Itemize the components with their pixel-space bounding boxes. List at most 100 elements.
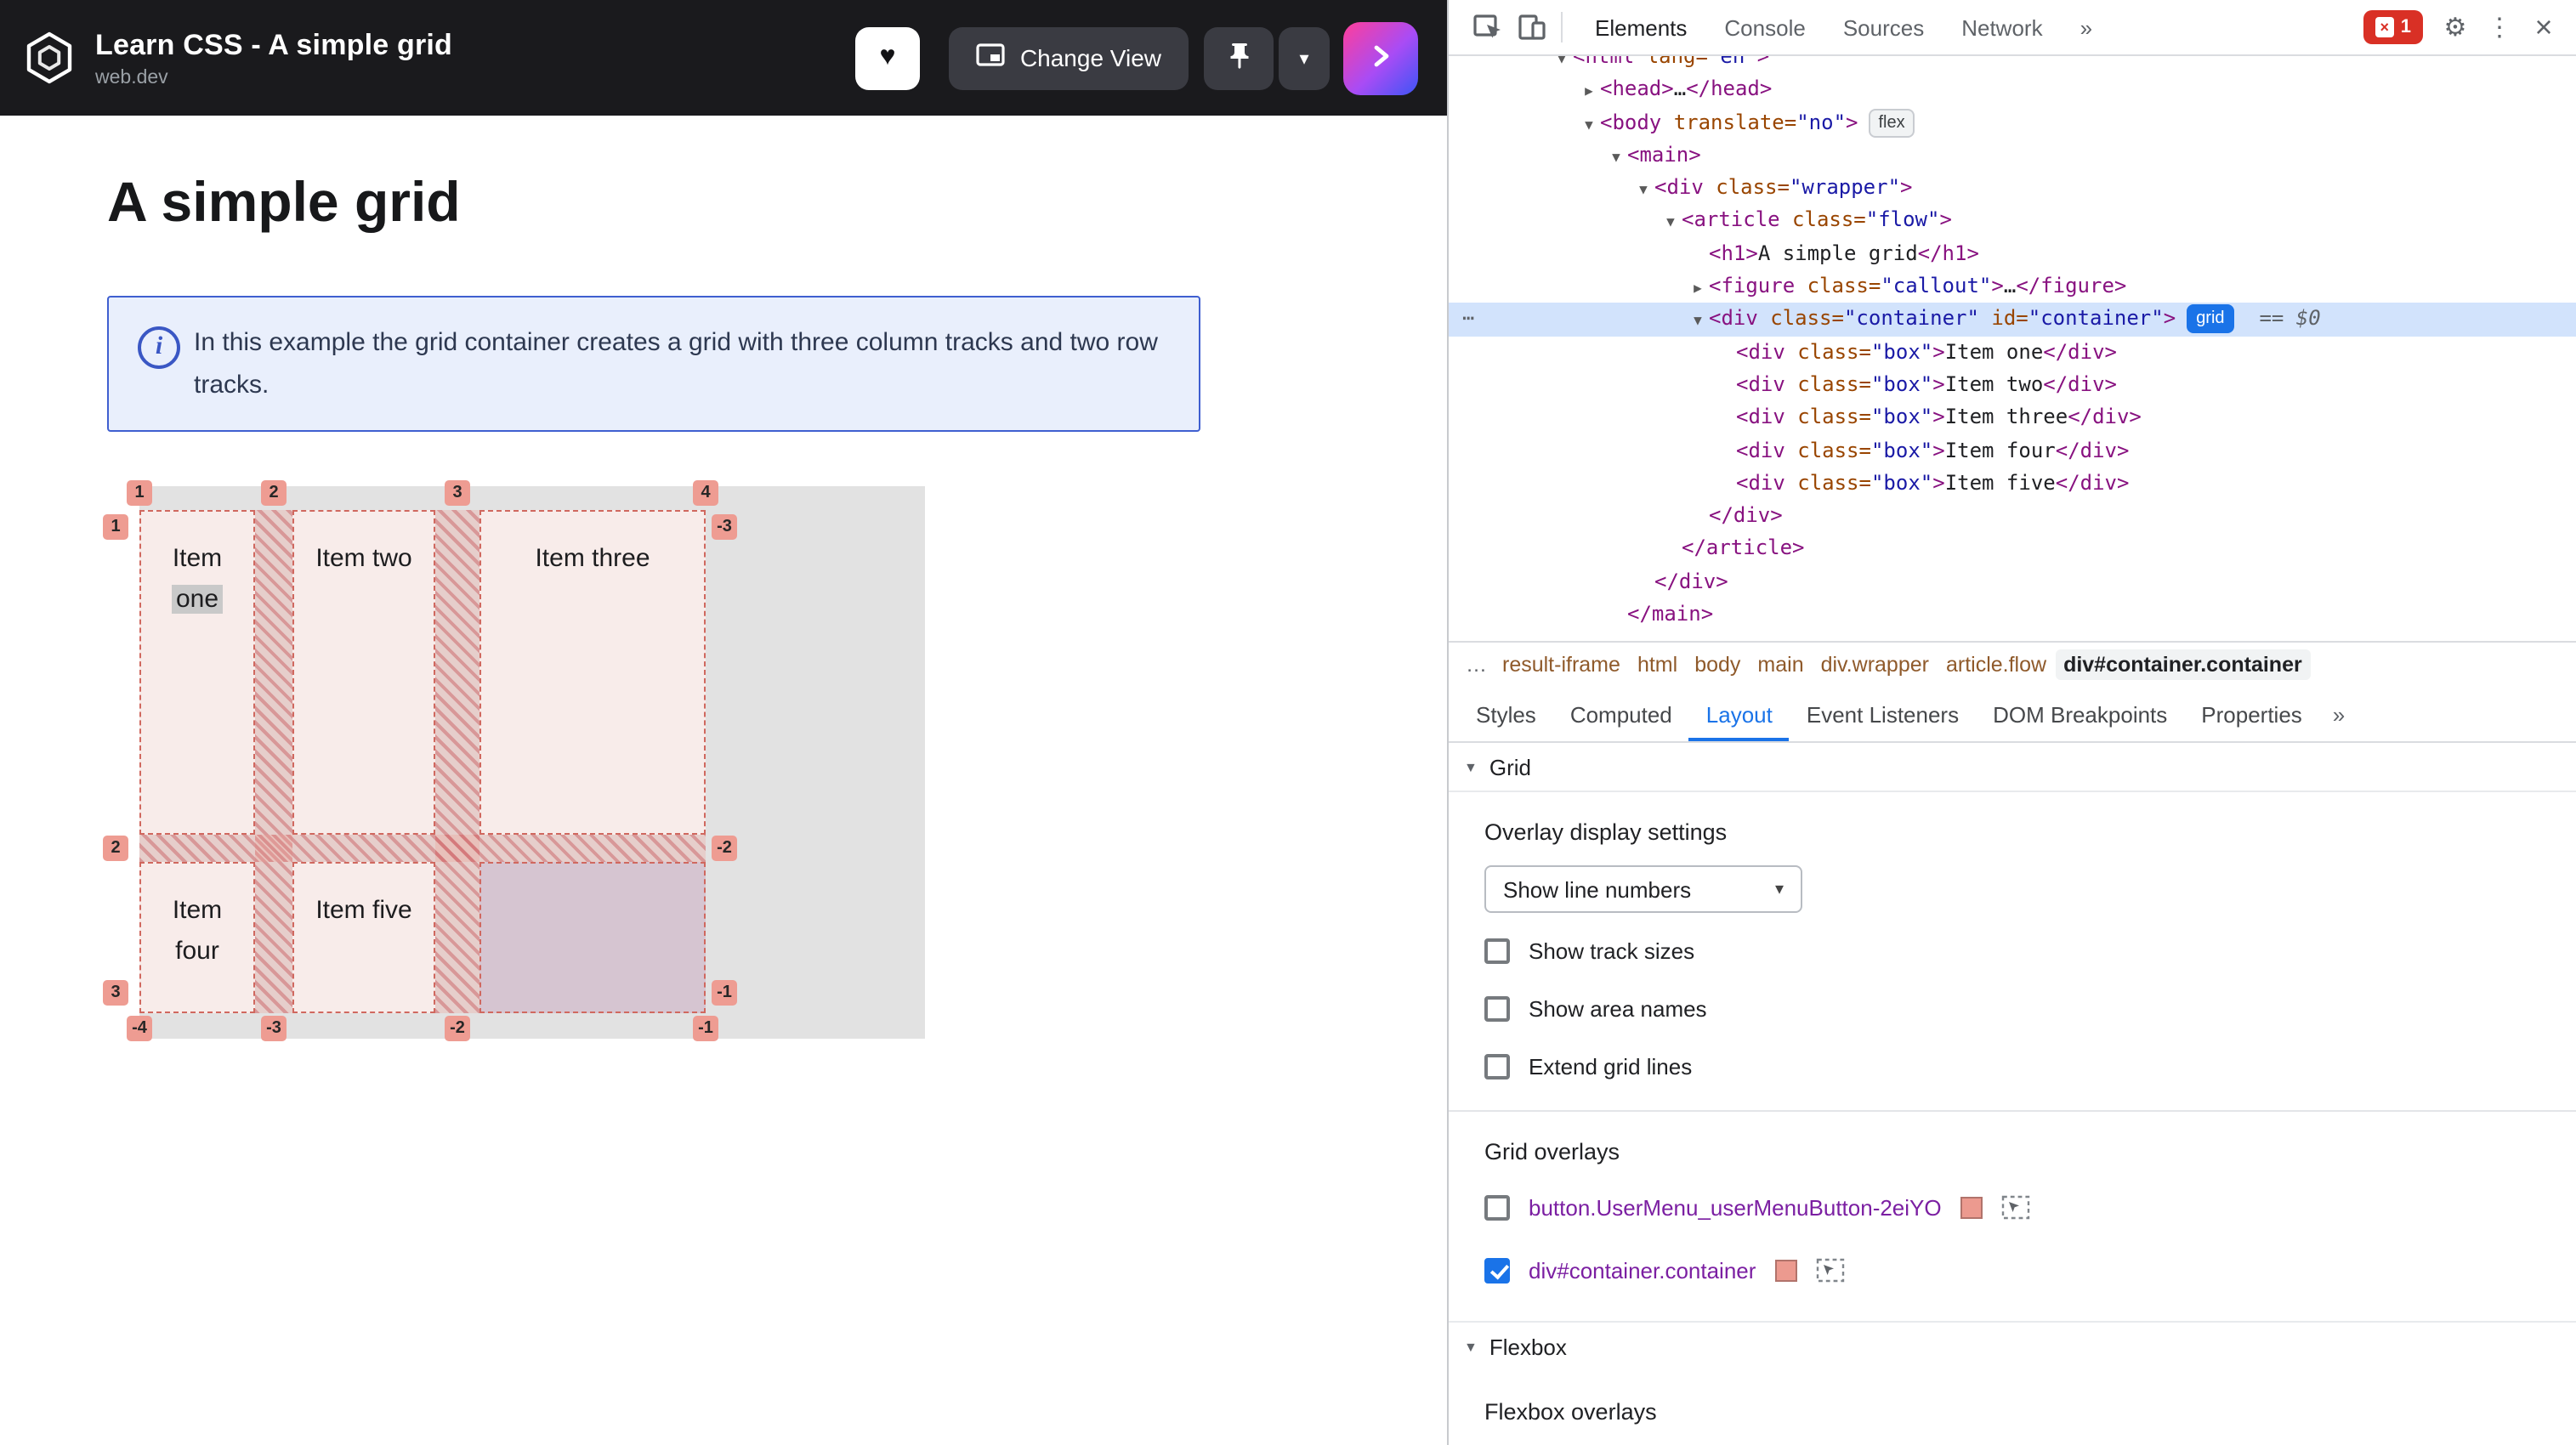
checkbox-unchecked[interactable]: [1484, 995, 1510, 1021]
webdev-logo-icon[interactable]: [17, 26, 82, 90]
dom-token: >: [1932, 405, 1945, 429]
tree-disclosure-icon[interactable]: ▶: [1687, 272, 1709, 305]
breadcrumb-item[interactable]: html: [1629, 649, 1686, 680]
like-button[interactable]: ♥: [854, 26, 920, 89]
pin-button[interactable]: [1204, 26, 1274, 89]
open-external-button[interactable]: [1343, 21, 1418, 94]
tab-computed[interactable]: Computed: [1553, 687, 1689, 741]
extend-grid-lines-row[interactable]: Extend grid lines: [1484, 1046, 2549, 1086]
dom-tree-line[interactable]: ▼ <body translate="no"> flex: [1449, 106, 2576, 139]
device-toolbar-icon[interactable]: [1510, 5, 1554, 49]
open-arrow-icon: [1367, 42, 1394, 74]
show-area-names-row[interactable]: Show area names: [1484, 988, 2549, 1028]
tab-console[interactable]: Console: [1705, 0, 1824, 55]
dom-tree-line[interactable]: </div>: [1449, 500, 2576, 533]
grid-line-number-badge: 3: [445, 480, 470, 506]
pin-dropdown-button[interactable]: ▾: [1279, 26, 1330, 89]
grid-overlay-row[interactable]: button.UserMenu_userMenuButton-2eiYO: [1484, 1187, 2549, 1227]
breadcrumb-item[interactable]: main: [1749, 649, 1812, 680]
breadcrumb-item[interactable]: result-iframe: [1494, 649, 1629, 680]
overlay-color-swatch[interactable]: [1960, 1196, 1983, 1218]
grid-line-number-badge: 3: [103, 980, 128, 1006]
dom-tree-line[interactable]: <div class="box">Item three</div>: [1449, 402, 2576, 435]
breadcrumb-item[interactable]: div.wrapper: [1813, 649, 1938, 680]
change-view-icon: [976, 42, 1005, 73]
breadcrumb-item[interactable]: article.flow: [1938, 649, 2055, 680]
tree-disclosure-icon[interactable]: ▶: [1578, 76, 1600, 109]
sidebar-more-tabs[interactable]: »: [2319, 687, 2358, 741]
tree-disclosure-icon[interactable]: ▼: [1687, 305, 1709, 338]
checkbox-unchecked[interactable]: [1484, 1053, 1510, 1079]
breadcrumb-ellipsis[interactable]: …: [1459, 653, 1494, 677]
toolbar-divider: [1561, 12, 1563, 42]
grid-line-number-badge: -1: [712, 980, 737, 1006]
dom-tree-line[interactable]: ▼ <article class="flow">: [1449, 205, 2576, 238]
grid-section-header[interactable]: ▼ Grid: [1449, 743, 2576, 792]
flexbox-section-header[interactable]: ▼ Flexbox: [1449, 1321, 2576, 1372]
dom-tree-line[interactable]: <div class="box">Item four</div>: [1449, 434, 2576, 468]
overlay-color-swatch[interactable]: [1774, 1259, 1797, 1281]
dom-token: </div>: [2043, 339, 2117, 364]
more-tabs-button[interactable]: »: [2062, 0, 2111, 55]
dom-tree-line[interactable]: ▼ <main>: [1449, 139, 2576, 173]
breadcrumb-item[interactable]: body: [1686, 649, 1749, 680]
tab-event-listeners[interactable]: Event Listeners: [1790, 687, 1976, 741]
devtools-toolbar: Elements Console Sources Network » × 1 ⚙…: [1449, 0, 2576, 56]
dom-token: </div>: [1709, 503, 1783, 528]
dom-tree-line[interactable]: ⋯ ▼ <div class="container" id="container">…: [1449, 303, 2576, 337]
dom-token: >: [1932, 470, 1945, 495]
kebab-menu-icon[interactable]: ⋮: [2477, 5, 2522, 49]
dom-token: >: [1939, 207, 1952, 232]
checkbox-unchecked[interactable]: [1484, 1194, 1510, 1220]
checkbox-checked[interactable]: [1484, 1257, 1510, 1283]
tree-disclosure-icon[interactable]: ▼: [1660, 207, 1682, 240]
tab-elements[interactable]: Elements: [1576, 0, 1705, 55]
tab-layout[interactable]: Layout: [1689, 687, 1790, 741]
dom-tree-line[interactable]: <div class="box">Item five</div>: [1449, 468, 2576, 501]
dom-tree: ▼ <html lang="en"> ▶ <head>…</head> ▼ <body t…: [1449, 41, 2576, 641]
dom-tree-line[interactable]: ▶ <figure class="callout">…</figure>: [1449, 270, 2576, 303]
dom-tree-line[interactable]: <div class="box">Item two</div>: [1449, 369, 2576, 402]
checkbox-unchecked[interactable]: [1484, 938, 1510, 963]
grid-line-number-badge: -1: [693, 1016, 718, 1041]
dom-tree-line[interactable]: </div>: [1449, 566, 2576, 599]
dom-tree-line[interactable]: </article>: [1449, 533, 2576, 566]
tree-disclosure-icon[interactable]: ▼: [1578, 108, 1600, 141]
tab-styles[interactable]: Styles: [1459, 687, 1553, 741]
dom-token: Item one: [1944, 339, 2044, 364]
flexbox-overlays-title: Flexbox overlays: [1484, 1399, 1657, 1425]
settings-gear-icon[interactable]: ⚙: [2433, 5, 2477, 49]
grid-overlay-row[interactable]: div#container.container: [1484, 1250, 2549, 1290]
dom-token: "container": [2028, 306, 2164, 331]
breadcrumb-item[interactable]: div#container.container: [2055, 649, 2311, 680]
header-actions: ♥ Change View ▾: [854, 21, 1418, 94]
tree-disclosure-icon[interactable]: ▼: [1605, 141, 1627, 174]
dom-tree-line[interactable]: ▶ <head>…</head>: [1449, 74, 2576, 107]
dom-tree-line[interactable]: ▼ <div class="wrapper">: [1449, 172, 2576, 205]
dom-token: </main>: [1627, 602, 1714, 626]
close-devtools-icon[interactable]: ×: [2522, 5, 2566, 49]
tab-properties[interactable]: Properties: [2184, 687, 2319, 741]
dom-token: Item four: [1944, 438, 2056, 462]
inspect-element-icon[interactable]: [1466, 5, 1510, 49]
grid-item: Item one: [139, 510, 255, 835]
dom-token: <body: [1600, 110, 1662, 134]
change-view-button[interactable]: Change View: [948, 26, 1189, 89]
show-track-sizes-row[interactable]: Show track sizes: [1484, 930, 2549, 971]
dom-token: …: [1673, 76, 1687, 101]
dom-tree-line[interactable]: <div class="box">Item one</div>: [1449, 336, 2576, 369]
dom-token: <div: [1736, 371, 1785, 396]
line-numbers-select[interactable]: Show line numbers ▾: [1484, 865, 1802, 913]
error-badge[interactable]: × 1: [2363, 10, 2423, 44]
dom-token: <div: [1736, 405, 1785, 429]
dom-tree-line[interactable]: <h1>A simple grid</h1>: [1449, 238, 2576, 271]
tree-disclosure-icon[interactable]: ▼: [1632, 173, 1654, 207]
dom-tree-line[interactable]: </main>: [1449, 598, 2576, 632]
layout-pane: ▼ Grid Overlay display settings Show lin…: [1449, 743, 2576, 1445]
grid-line-number-badge: -2: [712, 836, 737, 861]
tab-dom-breakpoints[interactable]: DOM Breakpoints: [1976, 687, 2184, 741]
dom-token: grid: [2186, 304, 2235, 334]
tab-network[interactable]: Network: [1943, 0, 2061, 55]
chevron-down-icon: ▾: [1774, 880, 1784, 898]
tab-sources[interactable]: Sources: [1824, 0, 1943, 55]
